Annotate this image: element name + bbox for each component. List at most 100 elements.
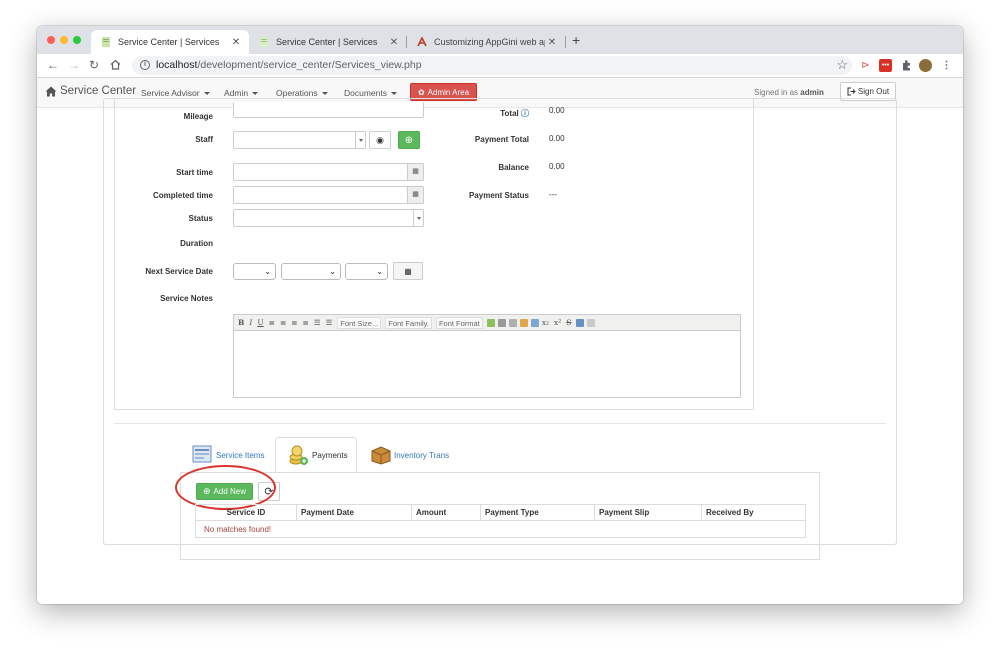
menu-documents[interactable]: Documents bbox=[344, 88, 397, 98]
view-staff-button[interactable]: ◉ bbox=[369, 131, 391, 149]
table-row: No matches found! bbox=[195, 520, 806, 538]
image-icon[interactable] bbox=[530, 318, 539, 327]
forward-arrow-icon[interactable]: → bbox=[68, 58, 80, 72]
mileage-input[interactable] bbox=[233, 102, 424, 118]
browser-menu-icon[interactable]: ⋮ bbox=[940, 59, 953, 72]
next-service-day-select[interactable]: ⌄ bbox=[281, 263, 341, 280]
profile-avatar[interactable] bbox=[919, 59, 932, 72]
anchor-icon[interactable] bbox=[519, 318, 528, 327]
ordered-list-icon[interactable]: ☰ bbox=[314, 318, 321, 327]
address-bar[interactable]: i localhost/development/service_center/S… bbox=[132, 56, 852, 75]
page-content: Mileage Staff Start time Completed time … bbox=[37, 98, 963, 604]
total-value: 0.00 bbox=[549, 106, 565, 115]
eye-icon: ◉ bbox=[376, 134, 384, 145]
column-header[interactable]: Payment Slip bbox=[594, 504, 702, 521]
caret-down-icon bbox=[203, 92, 210, 96]
info-icon[interactable]: i bbox=[140, 60, 150, 70]
back-arrow-icon[interactable]: ← bbox=[47, 58, 59, 72]
underline-icon[interactable]: U bbox=[257, 318, 263, 327]
unordered-list-icon[interactable]: ☰ bbox=[326, 318, 333, 327]
align-justify-icon[interactable]: ≣ bbox=[303, 318, 309, 327]
next-service-year-select[interactable]: ⌄ bbox=[345, 263, 388, 280]
calendar-icon[interactable]: ▦ bbox=[407, 164, 423, 180]
payment-status-label: Payment Status bbox=[468, 191, 529, 200]
caret-down-icon bbox=[413, 210, 423, 226]
caret-down-icon bbox=[252, 92, 259, 96]
subscript-icon[interactable]: x₂ bbox=[542, 318, 549, 327]
staff-select[interactable] bbox=[233, 131, 366, 149]
caret-down-icon bbox=[391, 92, 397, 96]
bookmark-star-icon[interactable]: ☆ bbox=[836, 57, 848, 73]
font-size-select[interactable]: Font Size... bbox=[337, 316, 382, 329]
align-left-icon[interactable]: ≣ bbox=[269, 318, 275, 327]
unlink-icon[interactable] bbox=[508, 318, 517, 327]
menu-operations[interactable]: Operations bbox=[276, 88, 328, 98]
add-staff-button[interactable]: ⊕ bbox=[398, 131, 420, 149]
completed-time-input[interactable]: ▦ bbox=[233, 186, 424, 204]
extensions-puzzle-icon[interactable] bbox=[900, 59, 913, 72]
tab-strip: Service Center | Services ✕ Service Cent… bbox=[37, 26, 963, 54]
column-header[interactable]: Amount bbox=[411, 504, 481, 521]
info-circle-icon[interactable]: ⓘ bbox=[521, 109, 529, 118]
sign-out-label: Sign Out bbox=[857, 87, 890, 96]
browser-tab-2[interactable]: Service Center | Services ✕ bbox=[249, 30, 407, 54]
bold-icon[interactable]: B bbox=[238, 318, 244, 327]
cleanup-icon[interactable] bbox=[576, 318, 585, 327]
appgini-icon bbox=[417, 37, 427, 47]
service-notes-editor[interactable]: B I U ≣ ≣ ≣ ≣ ☰ ☰ Font Size... Font Fami… bbox=[233, 314, 741, 398]
sign-out-icon bbox=[847, 87, 856, 96]
align-center-icon[interactable]: ≣ bbox=[280, 318, 286, 327]
table-header-row: Service ID Payment Date Amount Payment T… bbox=[195, 504, 806, 521]
browser-tab-1[interactable]: Service Center | Services ✕ bbox=[91, 30, 249, 54]
tab-payments[interactable]: Payments bbox=[275, 437, 357, 473]
extension-arrow-icon[interactable]: ⊳ bbox=[859, 59, 872, 72]
start-time-input[interactable]: ▦ bbox=[233, 163, 424, 181]
column-header[interactable]: Payment Type bbox=[480, 504, 595, 521]
close-window-button[interactable] bbox=[47, 36, 55, 44]
maximize-window-button[interactable] bbox=[73, 36, 81, 44]
close-tab-icon[interactable]: ✕ bbox=[229, 37, 243, 48]
brand-link[interactable]: Service Center bbox=[45, 85, 136, 97]
column-header[interactable]: Payment Date bbox=[296, 504, 412, 521]
strikethrough-icon[interactable]: S bbox=[566, 318, 571, 327]
next-service-date-label: Next Service Date bbox=[145, 267, 213, 276]
close-tab-icon[interactable]: ✕ bbox=[545, 37, 559, 48]
link-icon[interactable] bbox=[497, 318, 506, 327]
status-select[interactable] bbox=[233, 209, 424, 227]
tab-inventory-trans[interactable]: Inventory Trans bbox=[370, 437, 449, 473]
extension-lastpass-icon[interactable]: ••• bbox=[879, 59, 892, 72]
service-notes-label: Service Notes bbox=[160, 294, 213, 303]
home-icon[interactable] bbox=[110, 59, 121, 70]
document-icon bbox=[102, 37, 110, 47]
url-text: localhost/development/service_center/Ser… bbox=[156, 59, 422, 71]
coins-icon bbox=[289, 445, 308, 465]
admin-area-label: Admin Area bbox=[427, 87, 470, 97]
superscript-icon[interactable]: x² bbox=[554, 318, 561, 327]
tab-title: Service Center | Services bbox=[118, 37, 220, 47]
browser-toolbar: ← → ↻ i localhost/development/service_ce… bbox=[37, 54, 963, 78]
tab-label: Payments bbox=[312, 450, 348, 460]
font-format-select[interactable]: Font Format bbox=[435, 316, 483, 329]
next-service-month-select[interactable]: ⌄ bbox=[233, 263, 276, 280]
hr-icon[interactable] bbox=[587, 318, 596, 327]
caret-down-icon bbox=[321, 92, 328, 96]
reload-icon[interactable]: ↻ bbox=[89, 58, 99, 72]
date-picker-button[interactable]: ▦ bbox=[393, 262, 423, 280]
font-family-select[interactable]: Font Family. bbox=[385, 316, 432, 329]
menu-service-advisor[interactable]: Service Advisor bbox=[141, 88, 210, 98]
paste-icon[interactable] bbox=[486, 318, 495, 327]
new-tab-icon[interactable]: + bbox=[572, 33, 580, 47]
browser-tab-3[interactable]: Customizing AppGini web appl ✕ bbox=[407, 30, 565, 54]
minimize-window-button[interactable] bbox=[60, 36, 68, 44]
column-header[interactable]: Received By bbox=[701, 504, 806, 521]
column-header[interactable]: Service ID bbox=[195, 504, 297, 521]
menu-admin[interactable]: Admin bbox=[224, 88, 259, 98]
calendar-icon[interactable]: ▦ bbox=[407, 187, 423, 203]
align-right-icon[interactable]: ≣ bbox=[291, 318, 297, 327]
empty-message: No matches found! bbox=[195, 520, 806, 538]
section-divider bbox=[114, 423, 886, 424]
close-tab-icon[interactable]: ✕ bbox=[387, 37, 401, 48]
signed-in-status: Signed in as admin bbox=[754, 88, 824, 97]
payment-total-value: 0.00 bbox=[549, 134, 565, 143]
italic-icon[interactable]: I bbox=[249, 318, 252, 327]
